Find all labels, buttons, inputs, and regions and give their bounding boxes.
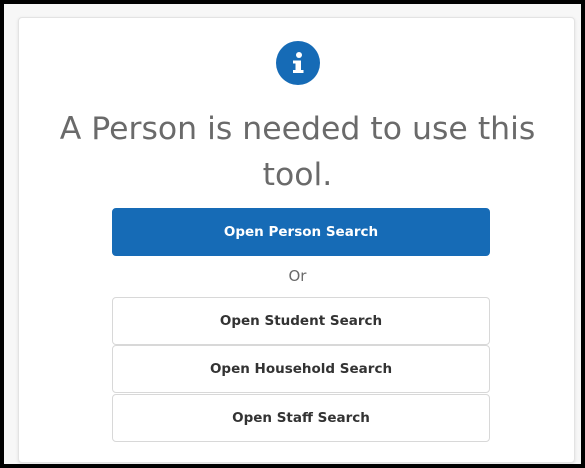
or-separator: Or <box>288 267 307 285</box>
open-household-search-button[interactable]: Open Household Search <box>112 345 490 393</box>
open-student-search-button[interactable]: Open Student Search <box>112 297 490 345</box>
open-staff-search-button[interactable]: Open Staff Search <box>112 394 490 442</box>
info-icon <box>276 41 320 85</box>
window-frame: A Person is needed to use this tool. Ope… <box>0 0 585 468</box>
person-required-message: A Person is needed to use this tool. <box>59 111 536 193</box>
person-required-dialog: A Person is needed to use this tool. Ope… <box>18 17 575 463</box>
open-person-search-button[interactable]: Open Person Search <box>112 208 490 256</box>
